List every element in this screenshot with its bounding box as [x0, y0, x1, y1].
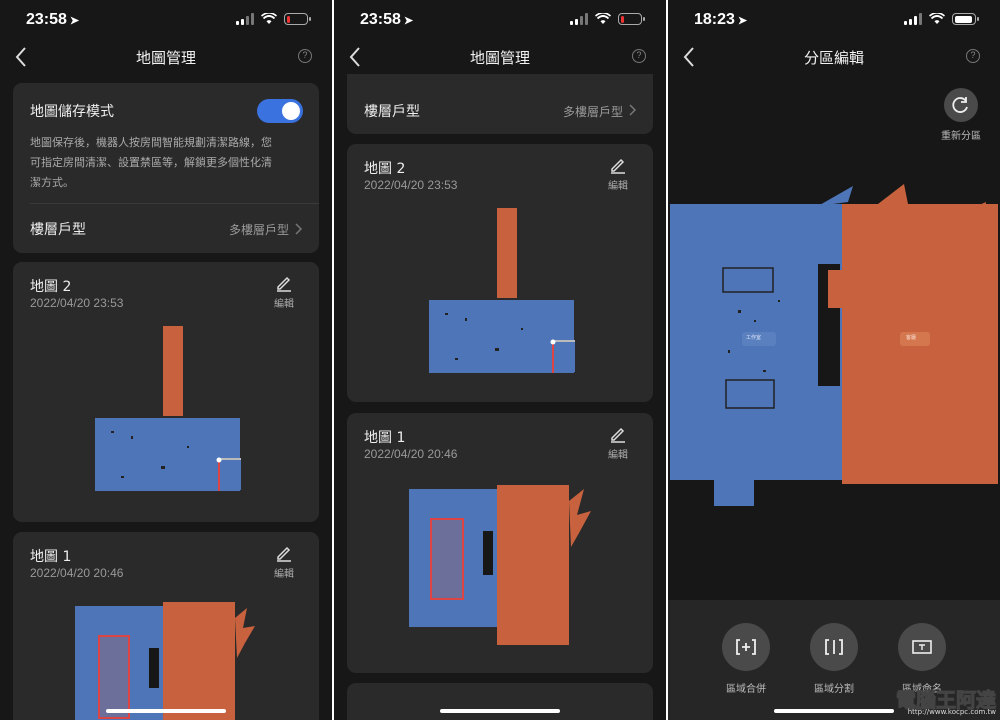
floor-map-1-preview	[75, 602, 255, 720]
floor-type-label: 樓層戶型	[364, 104, 420, 120]
floor-map-2-preview	[95, 326, 241, 491]
map-name: 地圖 1	[30, 549, 72, 565]
edit-button[interactable]: 編輯	[269, 544, 299, 580]
pencil-icon	[611, 158, 625, 174]
map-card[interactable]	[347, 683, 653, 720]
watermark: 電腦王阿達 http://www.kocpc.com.tw	[846, 678, 997, 718]
help-icon[interactable]: ?	[632, 49, 646, 63]
map-card[interactable]: 地圖 1 2022/04/20 20:46 編輯	[347, 413, 653, 673]
edit-label: 編輯	[274, 569, 294, 580]
pencil-icon	[277, 276, 291, 292]
room-tag-studio[interactable]: 工作室	[746, 334, 761, 341]
refresh-icon	[952, 97, 968, 113]
pencil-icon	[277, 546, 291, 562]
map-storage-toggle[interactable]	[257, 99, 303, 123]
status-bar: 18:23 ➤	[668, 0, 1000, 40]
split-icon	[825, 639, 843, 655]
zone-edit-map[interactable]	[668, 180, 1000, 510]
battery-icon	[618, 13, 645, 25]
wifi-icon	[261, 13, 277, 24]
location-icon: ➤	[403, 15, 414, 27]
wifi-icon	[595, 13, 611, 24]
screen-zone-edit: 18:23 ➤ 分區編輯 ? 重新分區 工作室 客廳 區域合併 區域分割 區域命…	[668, 0, 1000, 720]
floor-type-value: 多樓層戶型	[228, 223, 289, 237]
chevron-right-icon	[295, 223, 303, 235]
chevron-right-icon	[629, 104, 637, 116]
map-name: 地圖 2	[364, 161, 406, 177]
screen-map-management-1: 23:58 ➤ 地圖管理 ? 地圖儲存模式 地圖保存後，機器人按房間智能規劃清潔路…	[0, 0, 332, 720]
floor-map-2-preview	[429, 208, 575, 373]
floor-type-row[interactable]: 樓層戶型 多樓層戶型	[13, 204, 319, 253]
screen-map-management-2: 23:58 ➤ 地圖管理 ? 樓層戶型 多樓層戶型 地圖 2 2022/04/20…	[334, 0, 666, 720]
description-line: 地圖保存後，機器人按房間智能規劃清潔路線，您	[30, 136, 272, 149]
map-card[interactable]: 地圖 2 2022/04/20 23:53 編輯	[347, 144, 653, 402]
edit-button[interactable]: 編輯	[269, 274, 299, 310]
map-date: 2022/04/20 20:46	[30, 566, 124, 580]
status-time: 23:58 ➤	[360, 11, 414, 28]
repartition-button[interactable]	[944, 88, 978, 122]
location-icon: ➤	[69, 15, 80, 27]
home-indicator	[106, 709, 226, 713]
status-time: 23:58 ➤	[26, 11, 80, 28]
status-bar: 23:58 ➤	[334, 0, 666, 40]
map-storage-mode-title: 地圖儲存模式	[30, 104, 114, 120]
battery-icon	[284, 13, 311, 25]
status-time: 18:23 ➤	[694, 11, 748, 28]
map-date: 2022/04/20 23:53	[364, 178, 458, 192]
cellular-signal-icon	[570, 13, 588, 25]
map-name: 地圖 2	[30, 279, 72, 295]
edit-label: 編輯	[274, 299, 294, 310]
repartition-label: 重新分區	[941, 131, 981, 142]
cellular-signal-icon	[904, 13, 922, 25]
page-title: 地圖管理	[469, 49, 530, 67]
floor-type-row[interactable]: 樓層戶型 多樓層戶型	[347, 74, 653, 134]
watermark-url: http://www.kocpc.com.tw	[907, 708, 996, 716]
map-storage-mode-card: 地圖儲存模式 地圖保存後，機器人按房間智能規劃清潔路線，您 可指定房間清潔、設置…	[13, 83, 319, 253]
floor-type-label: 樓層戶型	[30, 222, 86, 238]
edit-label: 編輯	[608, 450, 628, 461]
merge-icon	[736, 639, 756, 655]
description-line: 可指定房間清潔、設置禁區等，解鎖更多個性化清	[30, 156, 272, 169]
edit-button[interactable]: 編輯	[603, 156, 633, 192]
map-name: 地圖 1	[364, 430, 406, 446]
page-title: 分區編輯	[803, 49, 864, 67]
room-tag-living-room[interactable]: 客廳	[906, 334, 916, 341]
location-icon: ➤	[737, 15, 748, 27]
merge-zone-label: 區域合併	[726, 684, 766, 695]
pencil-icon	[611, 427, 625, 443]
cellular-signal-icon	[236, 13, 254, 25]
home-indicator	[440, 709, 560, 713]
page-title: 地圖管理	[135, 49, 196, 67]
rename-icon	[912, 640, 932, 654]
rename-zone-button[interactable]	[898, 623, 946, 671]
edit-button[interactable]: 編輯	[603, 425, 633, 461]
help-icon[interactable]: ?	[298, 49, 312, 63]
help-icon[interactable]: ?	[966, 49, 980, 63]
description-line: 潔方式。	[30, 176, 74, 189]
merge-zone-button[interactable]	[722, 623, 770, 671]
edit-label: 編輯	[608, 181, 628, 192]
map-card[interactable]: 地圖 2 2022/04/20 23:53 編輯	[13, 262, 319, 522]
status-bar: 23:58 ➤	[0, 0, 332, 40]
map-card[interactable]: 地圖 1 2022/04/20 20:46 編輯	[13, 532, 319, 720]
map-date: 2022/04/20 20:46	[364, 447, 458, 461]
battery-icon	[952, 13, 979, 25]
split-zone-button[interactable]	[810, 623, 858, 671]
floor-map-1-preview	[409, 485, 591, 645]
floor-type-value: 多樓層戶型	[562, 105, 623, 119]
map-date: 2022/04/20 23:53	[30, 296, 124, 310]
wifi-icon	[929, 13, 945, 24]
